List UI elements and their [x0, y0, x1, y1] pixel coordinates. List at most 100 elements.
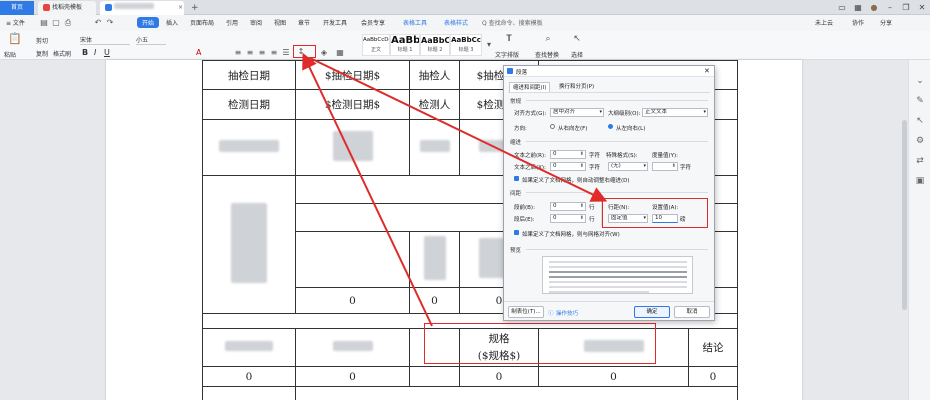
align-left-icon[interactable]: ≡	[234, 49, 242, 57]
cell-zero[interactable]: 0	[688, 366, 738, 387]
before-text-input[interactable]: 0	[550, 150, 586, 159]
shading-icon[interactable]: ◈	[320, 49, 328, 57]
font-name-select[interactable]: 宋体	[80, 35, 130, 45]
distribute-icon[interactable]: ☰	[282, 49, 290, 57]
find-replace-icon[interactable]: ⌕	[544, 35, 552, 44]
menu-chapter[interactable]: 章节	[298, 18, 310, 27]
style-heading1[interactable]: AaBb 标题 1	[390, 34, 420, 56]
auto-indent-label[interactable]: 如果定义了文档网格，则自动调整右缩进(D)	[522, 176, 630, 184]
cell-sample-date-value[interactable]: $抽检日期$	[295, 60, 410, 90]
cut-button[interactable]: 剪切	[36, 36, 48, 45]
cell-empty-row[interactable]	[295, 386, 738, 400]
cloud-status[interactable]: 未上云	[815, 18, 833, 27]
align-center-icon[interactable]: ≡	[246, 49, 254, 57]
search-command[interactable]: Q 查找命令、搜索模板	[482, 18, 543, 27]
cell-tester-label[interactable]: 检测人	[409, 89, 460, 120]
cell-sample-date-label[interactable]: 抽检日期	[202, 60, 296, 90]
grid-icon[interactable]: ▦	[850, 0, 866, 15]
menu-insert[interactable]: 插入	[166, 18, 178, 27]
text-tools-icon[interactable]: 𝐓	[505, 35, 513, 44]
cell-zero[interactable]: 0	[295, 287, 410, 314]
redo-icon[interactable]: ↷	[106, 19, 114, 27]
font-size-select[interactable]: 小五	[136, 35, 166, 45]
menu-home[interactable]: 开始	[137, 17, 160, 28]
cell-redacted[interactable]	[295, 328, 410, 367]
menu-page-layout[interactable]: 页面布局	[190, 18, 214, 27]
ok-button[interactable]: 确定	[634, 306, 670, 318]
after-text-input[interactable]: 0	[550, 162, 586, 171]
cell-test-date-label[interactable]: 检测日期	[202, 89, 296, 120]
menu-view[interactable]: 视图	[274, 18, 286, 27]
ltr-label[interactable]: 从左向右(L)	[616, 124, 645, 132]
find-replace-button[interactable]: 查找替换	[535, 50, 559, 59]
quick-print-icon[interactable]: ⎙	[64, 19, 72, 27]
cell-merged-left[interactable]	[202, 175, 296, 314]
cell-conclusion[interactable]: 结论	[688, 328, 738, 367]
cell-redacted[interactable]	[409, 231, 460, 288]
menu-member[interactable]: 会员专享	[361, 18, 385, 27]
snap-grid-checkbox[interactable]	[514, 230, 519, 235]
auto-indent-checkbox[interactable]	[514, 176, 519, 181]
menu-review[interactable]: 审阅	[250, 18, 262, 27]
cell-redacted[interactable]	[409, 119, 460, 176]
cell-zero[interactable]: 0	[409, 287, 460, 314]
special-select[interactable]: (无)	[608, 162, 648, 171]
menu-table-styles[interactable]: 表格样式	[444, 18, 468, 27]
cell-zero[interactable]: 0	[295, 366, 410, 387]
collaborate-button[interactable]: 协作	[852, 18, 864, 27]
menu-file[interactable]: ≡ 文件	[6, 18, 25, 27]
space-before-input[interactable]: 0	[550, 202, 586, 211]
exchange-icon[interactable]: ⇄	[915, 156, 925, 166]
paste-icon[interactable]: 📋	[8, 33, 22, 44]
tab-home[interactable]: 首页	[0, 1, 34, 15]
cell-empty[interactable]	[409, 366, 460, 387]
menu-developer[interactable]: 开发工具	[323, 18, 347, 27]
bold-icon[interactable]: B	[82, 48, 88, 57]
cell-test-date-value[interactable]: $检测日期$	[295, 89, 410, 120]
outline-select[interactable]: 正文文本	[642, 108, 708, 117]
copy-button[interactable]: 复制	[36, 49, 48, 58]
ltr-radio[interactable]	[608, 124, 613, 129]
styles-more-icon[interactable]: ▾	[485, 41, 493, 49]
italic-icon[interactable]: I	[94, 48, 96, 57]
undo-icon[interactable]: ↶	[94, 19, 102, 27]
cell-redacted[interactable]	[202, 328, 296, 367]
share-button[interactable]: 分享	[880, 18, 892, 27]
tab-indent-spacing[interactable]: 缩进和间距(I)	[509, 82, 551, 92]
tab-template[interactable]: 找稻壳模板	[38, 1, 96, 15]
justify-icon[interactable]: ≡	[270, 49, 278, 57]
menu-references[interactable]: 引用	[226, 18, 238, 27]
tips-icon[interactable]: ⓘ	[548, 309, 554, 317]
rtl-radio[interactable]	[550, 124, 555, 129]
layout-icon[interactable]: ▭	[834, 0, 850, 15]
cell-zero[interactable]: 0	[202, 366, 296, 387]
menu-table-tools[interactable]: 表格工具	[403, 18, 427, 27]
paste-label[interactable]: 粘贴	[4, 50, 16, 59]
tab-document[interactable]: ×	[100, 1, 184, 15]
format-painter-button[interactable]: 格式刷	[53, 49, 71, 58]
cell-zero[interactable]: 0	[459, 366, 539, 387]
tab-close-icon[interactable]: ×	[178, 4, 183, 11]
select-icon[interactable]: ↖	[573, 35, 581, 44]
align-right-icon[interactable]: ≡	[258, 49, 266, 57]
style-heading3[interactable]: AaBbCc 标题 3	[450, 34, 482, 56]
pen-icon[interactable]: ✎	[915, 96, 925, 106]
adjust-icon[interactable]: ⚙	[915, 136, 925, 146]
rtl-label[interactable]: 从右向左(F)	[558, 124, 587, 132]
minimize-icon[interactable]: –	[882, 0, 898, 15]
snap-grid-label[interactable]: 如果定义了文档网格，则与网格对齐(W)	[522, 230, 620, 238]
restore-icon[interactable]: ❐	[898, 0, 914, 15]
cell-zero[interactable]: 0	[538, 366, 689, 387]
tab-line-page-breaks[interactable]: 换行和分页(P)	[556, 82, 597, 92]
space-after-input[interactable]: 0	[550, 214, 586, 223]
dialog-close-icon[interactable]: ✕	[704, 67, 710, 75]
underline-icon[interactable]: U	[104, 48, 110, 57]
style-normal[interactable]: AaBbCcDd 正文	[362, 34, 390, 56]
pointer-icon[interactable]: ↖	[915, 116, 925, 126]
tips-link[interactable]: 操作技巧	[556, 309, 578, 317]
image-icon[interactable]: ▣	[915, 176, 925, 186]
font-color-icon[interactable]: A	[196, 48, 201, 57]
cell-empty[interactable]	[295, 231, 410, 288]
text-tools-button[interactable]: 文字排版	[495, 50, 519, 59]
close-icon[interactable]: ✕	[914, 0, 930, 15]
